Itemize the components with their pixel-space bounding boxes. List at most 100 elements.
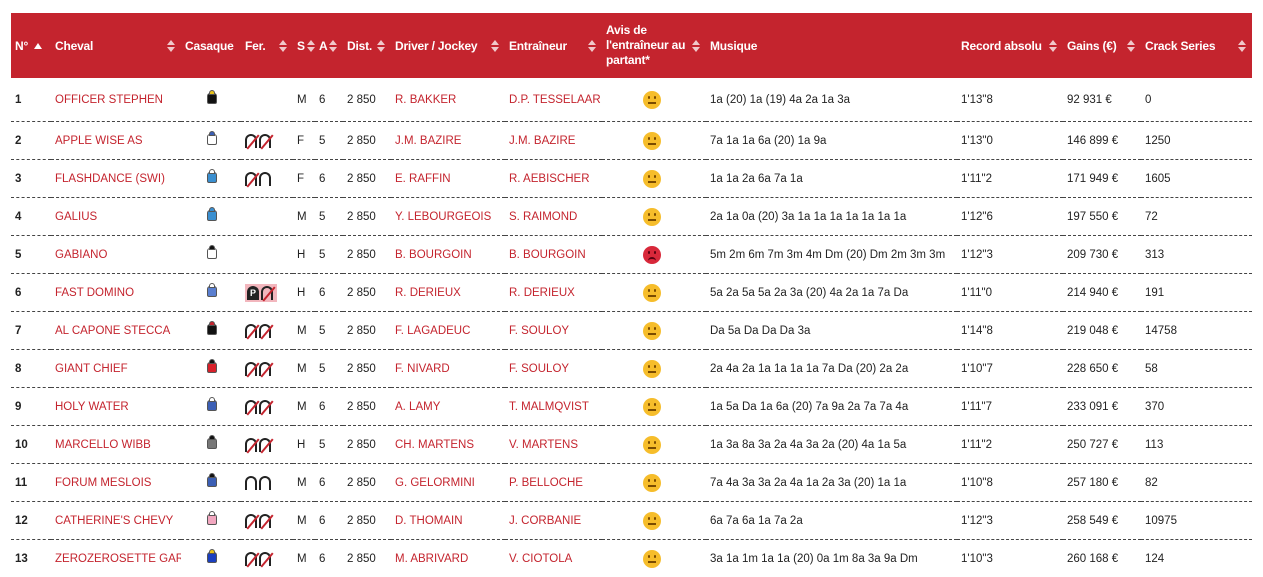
driver-link[interactable]: E. RAFFIN bbox=[391, 160, 505, 198]
table-row[interactable]: 7AL CAPONE STECCAM52 850F. LAGADEUCF. SO… bbox=[11, 312, 1252, 350]
header-gains[interactable]: Gains (€) bbox=[1063, 13, 1141, 78]
sexe: H bbox=[293, 274, 315, 312]
horseshoe-removed-icon bbox=[245, 400, 257, 414]
entraineur-link[interactable]: J. CORBANIE bbox=[505, 502, 602, 540]
jersey-icon bbox=[205, 283, 219, 299]
crack-series: 82 bbox=[1141, 464, 1252, 502]
horse-name-link[interactable]: OFFICER STEPHEN bbox=[51, 78, 181, 122]
entraineur-link[interactable]: B. BOURGOIN bbox=[505, 236, 602, 274]
sexe: M bbox=[293, 350, 315, 388]
table-row[interactable]: 3FLASHDANCE (SWI)F62 850E. RAFFINR. AEBI… bbox=[11, 160, 1252, 198]
sexe: M bbox=[293, 312, 315, 350]
horse-number: 2 bbox=[11, 122, 51, 160]
horse-name-link[interactable]: APPLE WISE AS bbox=[51, 122, 181, 160]
header-s[interactable]: S bbox=[293, 13, 315, 78]
musique: 7a 1a 1a 6a (20) 1a 9a bbox=[706, 122, 957, 160]
entraineur-link[interactable]: R. AEBISCHER bbox=[505, 160, 602, 198]
avis-cell bbox=[602, 388, 706, 426]
sexe: M bbox=[293, 78, 315, 122]
horse-name-link[interactable]: GIANT CHIEF bbox=[51, 350, 181, 388]
gains: 209 730 € bbox=[1063, 236, 1141, 274]
horseshoe-removed-icon bbox=[245, 514, 257, 528]
entraineur-link[interactable]: S. RAIMOND bbox=[505, 198, 602, 236]
header-driver[interactable]: Driver / Jockey bbox=[391, 13, 505, 78]
avis-cell bbox=[602, 78, 706, 122]
horse-name-link[interactable]: FLASHDANCE (SWI) bbox=[51, 160, 181, 198]
table-row[interactable]: 1OFFICER STEPHENM62 850R. BAKKERD.P. TES… bbox=[11, 78, 1252, 122]
horse-name-link[interactable]: FORUM MESLOIS bbox=[51, 464, 181, 502]
driver-link[interactable]: F. NIVARD bbox=[391, 350, 505, 388]
table-row[interactable]: 6FAST DOMINOPH62 850R. DERIEUXR. DERIEUX… bbox=[11, 274, 1252, 312]
table-row[interactable]: 9HOLY WATERM62 850A. LAMYT. MALMQVIST1a … bbox=[11, 388, 1252, 426]
entraineur-link[interactable]: R. DERIEUX bbox=[505, 274, 602, 312]
sexe: H bbox=[293, 426, 315, 464]
avis-cell bbox=[602, 350, 706, 388]
record-absolu: 1'10"3 bbox=[957, 540, 1063, 577]
distance: 2 850 bbox=[343, 502, 391, 540]
entraineur-link[interactable]: J.M. BAZIRE bbox=[505, 122, 602, 160]
table-row[interactable]: 10MARCELLO WIBBH52 850CH. MARTENSV. MART… bbox=[11, 426, 1252, 464]
horse-name-link[interactable]: FAST DOMINO bbox=[51, 274, 181, 312]
entraineur-link[interactable]: F. SOULOY bbox=[505, 312, 602, 350]
horse-name-link[interactable]: CATHERINE'S CHEVY bbox=[51, 502, 181, 540]
ferrure-cell: P bbox=[241, 274, 293, 312]
driver-link[interactable]: B. BOURGOIN bbox=[391, 236, 505, 274]
musique: 1a 5a Da 1a 6a (20) 7a 9a 2a 7a 7a 4a bbox=[706, 388, 957, 426]
distance: 2 850 bbox=[343, 160, 391, 198]
driver-link[interactable]: F. LAGADEUC bbox=[391, 312, 505, 350]
neutral-face-icon bbox=[643, 550, 661, 568]
avis-cell bbox=[602, 160, 706, 198]
header-num[interactable]: N° bbox=[11, 13, 51, 78]
driver-link[interactable]: M. ABRIVARD bbox=[391, 540, 505, 577]
entraineur-link[interactable]: V. CIOTOLA bbox=[505, 540, 602, 577]
header-dist[interactable]: Dist. bbox=[343, 13, 391, 78]
header-entraineur[interactable]: Entraîneur bbox=[505, 13, 602, 78]
ferrure-cell bbox=[241, 426, 293, 464]
driver-link[interactable]: CH. MARTENS bbox=[391, 426, 505, 464]
header-crack[interactable]: Crack Series bbox=[1141, 13, 1252, 78]
record-absolu: 1'12"3 bbox=[957, 236, 1063, 274]
horse-name-link[interactable]: ZEROZEROSETTE GAR bbox=[51, 540, 181, 577]
entraineur-link[interactable]: D.P. TESSELAAR bbox=[505, 78, 602, 122]
table-row[interactable]: 12CATHERINE'S CHEVYM62 850D. THOMAINJ. C… bbox=[11, 502, 1252, 540]
gains: 92 931 € bbox=[1063, 78, 1141, 122]
table-row[interactable]: 2APPLE WISE ASF52 850J.M. BAZIREJ.M. BAZ… bbox=[11, 122, 1252, 160]
jersey-icon bbox=[205, 169, 219, 185]
header-cheval[interactable]: Cheval bbox=[51, 13, 181, 78]
driver-link[interactable]: A. LAMY bbox=[391, 388, 505, 426]
driver-link[interactable]: G. GELORMINI bbox=[391, 464, 505, 502]
horseshoe-icon bbox=[259, 172, 271, 186]
entraineur-link[interactable]: T. MALMQVIST bbox=[505, 388, 602, 426]
driver-link[interactable]: Y. LEBOURGEOIS bbox=[391, 198, 505, 236]
table-header-row: N° Cheval Casaque Fer. S A Dist. Driver … bbox=[11, 13, 1252, 78]
gains: 250 727 € bbox=[1063, 426, 1141, 464]
header-a[interactable]: A bbox=[315, 13, 343, 78]
horse-name-link[interactable]: AL CAPONE STECCA bbox=[51, 312, 181, 350]
table-body: 1OFFICER STEPHENM62 850R. BAKKERD.P. TES… bbox=[11, 78, 1252, 577]
horse-name-link[interactable]: MARCELLO WIBB bbox=[51, 426, 181, 464]
header-casaque: Casaque bbox=[181, 13, 241, 78]
distance: 2 850 bbox=[343, 78, 391, 122]
entraineur-link[interactable]: F. SOULOY bbox=[505, 350, 602, 388]
table-row[interactable]: 11FORUM MESLOISM62 850G. GELORMINIP. BEL… bbox=[11, 464, 1252, 502]
table-row[interactable]: 13ZEROZEROSETTE GARM62 850M. ABRIVARDV. … bbox=[11, 540, 1252, 577]
header-fer[interactable]: Fer. bbox=[241, 13, 293, 78]
header-avis[interactable]: Avis de l'entraîneur au partant* bbox=[602, 13, 706, 78]
header-record[interactable]: Record absolu bbox=[957, 13, 1063, 78]
driver-link[interactable]: J.M. BAZIRE bbox=[391, 122, 505, 160]
table-row[interactable]: 5GABIANOH52 850B. BOURGOINB. BOURGOIN5m … bbox=[11, 236, 1252, 274]
horse-name-link[interactable]: GABIANO bbox=[51, 236, 181, 274]
ferrure-cell bbox=[241, 350, 293, 388]
driver-link[interactable]: R. DERIEUX bbox=[391, 274, 505, 312]
horse-name-link[interactable]: HOLY WATER bbox=[51, 388, 181, 426]
driver-link[interactable]: D. THOMAIN bbox=[391, 502, 505, 540]
driver-link[interactable]: R. BAKKER bbox=[391, 78, 505, 122]
casaque-cell bbox=[181, 464, 241, 502]
horse-name-link[interactable]: GALIUS bbox=[51, 198, 181, 236]
entraineur-link[interactable]: P. BELLOCHE bbox=[505, 464, 602, 502]
table-row[interactable]: 4GALIUSM52 850Y. LEBOURGEOISS. RAIMOND2a… bbox=[11, 198, 1252, 236]
table-row[interactable]: 8GIANT CHIEFM52 850F. NIVARDF. SOULOY2a … bbox=[11, 350, 1252, 388]
entraineur-link[interactable]: V. MARTENS bbox=[505, 426, 602, 464]
neutral-face-icon bbox=[643, 170, 661, 188]
casaque-cell bbox=[181, 198, 241, 236]
